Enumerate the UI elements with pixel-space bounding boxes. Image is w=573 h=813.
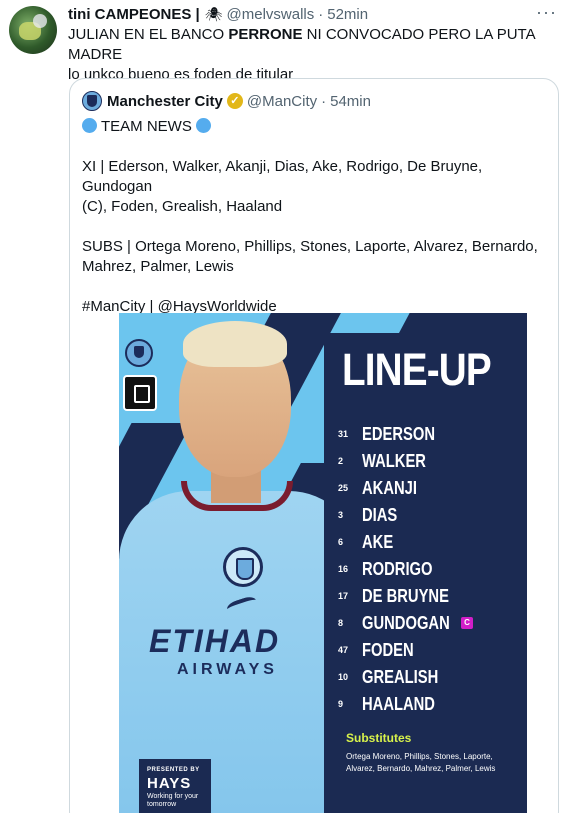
- more-options-icon[interactable]: ···: [536, 2, 557, 23]
- quote-header: Manchester City ✓ @ManCity · 54min: [82, 91, 371, 111]
- jersey-sponsor-top: ETIHAD: [149, 623, 281, 659]
- player-number: 2: [338, 456, 344, 466]
- hays-sponsor-box: PRESENTED BY HAYS Working for your tomor…: [139, 759, 211, 813]
- quote-line-team-news: TEAM NEWS: [82, 117, 548, 137]
- quote-line-xi-cont: (C), Foden, Grealish, Haaland: [82, 198, 283, 215]
- player-row: 25 AKANJI: [338, 477, 429, 499]
- player-name: DIAS: [362, 504, 398, 525]
- player-row: 10 GREALISH: [338, 666, 455, 688]
- quote-display-name[interactable]: Manchester City: [107, 93, 223, 110]
- player-row-captain: 8 GUNDOGAN C: [338, 612, 473, 634]
- player-name: AKANJI: [362, 477, 417, 498]
- quote-line-subs-cont: Mahrez, Palmer, Lewis: [82, 258, 234, 275]
- separator-dot: ·: [321, 92, 327, 110]
- lineup-panel: LINE-UP 31 EDERSON 2 WALKER 25 AKANJI 3 DIAS…: [324, 333, 527, 813]
- tweet-text-bold: PERRONE: [228, 26, 303, 43]
- quoted-tweet[interactable]: Manchester City ✓ @ManCity · 54min TEAM …: [69, 78, 559, 813]
- jersey-sponsor-bottom: AIRWAYS: [177, 661, 278, 678]
- sponsor-name: HAYS: [147, 775, 192, 792]
- player-row: 16 RODRIGO: [338, 558, 448, 580]
- substitutes-list: Ortega Moreno, Phillips, Stones, Laporte…: [346, 752, 496, 773]
- player-row: 6 AKE: [338, 531, 400, 553]
- substitutes-label: Substitutes: [346, 731, 412, 745]
- player-row: 17 DE BRUYNE: [338, 585, 468, 607]
- player-name: GUNDOGAN: [362, 612, 450, 633]
- player-row: 2 WALKER: [338, 450, 440, 472]
- quote-timestamp[interactable]: 54min: [330, 93, 371, 110]
- author-handle[interactable]: @melvswalls: [227, 6, 315, 23]
- player-number: 3: [338, 510, 344, 520]
- player-name: RODRIGO: [362, 558, 433, 579]
- player-row: 31 EDERSON: [338, 423, 451, 445]
- sponsor-tagline: Working for your tomorrow: [147, 793, 199, 808]
- player-number: 10: [338, 672, 349, 682]
- player-name: GREALISH: [362, 666, 439, 687]
- quote-line-xi: XI | Ederson, Walker, Akanji, Dias, Ake,…: [82, 158, 483, 195]
- club-crest-icon: [87, 95, 97, 107]
- lineup-graphic[interactable]: ETIHAD AIRWAYS PRESENTED BY HAYS Working…: [119, 313, 527, 813]
- tweet[interactable]: tini CAMPEONES | 🕷 @melvswalls · 52min ·…: [0, 0, 573, 813]
- jersey-crest-icon: [223, 547, 263, 587]
- verified-badge-icon: ✓: [226, 93, 243, 109]
- captain-badge: C: [461, 617, 473, 629]
- quote-text: TEAM NEWS XI | Ederson, Walker, Akanji, …: [82, 117, 548, 317]
- player-number: 16: [338, 564, 349, 574]
- player-number: 31: [338, 429, 349, 439]
- author-display-name[interactable]: tini CAMPEONES |: [68, 6, 200, 23]
- quote-avatar[interactable]: [82, 91, 102, 111]
- tweet-timestamp[interactable]: 52min: [327, 6, 368, 23]
- player-number: 8: [338, 618, 344, 628]
- player-number: 9: [338, 699, 344, 709]
- tweet-text-line-1: JULIAN EN EL BANCO PERRONE NI CONVOCADO …: [68, 25, 568, 65]
- player-name: AKE: [362, 531, 394, 552]
- tweet-text-segment: JULIAN EN EL BANCO: [68, 26, 229, 43]
- player-row: 9 HAALAND: [338, 693, 451, 715]
- player-row: 3 DIAS: [338, 504, 405, 526]
- player-number: 25: [338, 483, 349, 493]
- player-row: 47 FODEN: [338, 639, 425, 661]
- player-name: DE BRUYNE: [362, 585, 449, 606]
- author-avatar[interactable]: [9, 6, 57, 54]
- player-name: WALKER: [362, 450, 426, 471]
- avatar-detail: [33, 14, 47, 28]
- player-hair: [183, 321, 287, 367]
- team-news-label: TEAM NEWS: [101, 118, 192, 135]
- jersey-collar: [181, 481, 293, 511]
- player-name: FODEN: [362, 639, 414, 660]
- tweet-header: tini CAMPEONES | 🕷 @melvswalls · 52min: [68, 4, 368, 24]
- blue-circle-icon: [195, 118, 211, 133]
- man-city-crest-icon: [125, 339, 153, 367]
- separator-dot: ·: [318, 5, 324, 23]
- quote-handle[interactable]: @ManCity: [247, 93, 317, 110]
- tweet-text: JULIAN EN EL BANCO PERRONE NI CONVOCADO …: [68, 25, 568, 85]
- player-number: 6: [338, 537, 344, 547]
- newcastle-crest-icon: [123, 375, 157, 411]
- blue-circle-icon: [82, 118, 97, 133]
- player-number: 17: [338, 591, 349, 601]
- lineup-title: LINE-UP: [342, 344, 492, 395]
- spider-icon: 🕷: [204, 5, 223, 22]
- quote-line-subs: SUBS | Ortega Moreno, Phillips, Stones, …: [82, 238, 538, 255]
- sponsor-presented-label: PRESENTED BY: [147, 767, 200, 773]
- player-name: HAALAND: [362, 693, 435, 714]
- player-number: 47: [338, 645, 349, 655]
- player-name: EDERSON: [362, 423, 435, 444]
